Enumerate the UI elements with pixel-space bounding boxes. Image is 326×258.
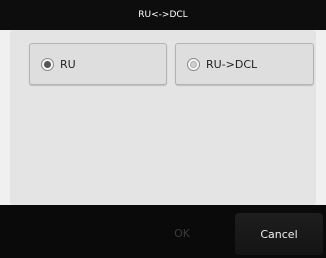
radio-selected-icon: [41, 57, 54, 71]
option-ru-button[interactable]: RU: [29, 43, 167, 85]
option-ru-dcl-button[interactable]: RU->DCL: [175, 43, 314, 85]
dialog-title-bar: RU<->DCL: [0, 0, 326, 30]
ok-button[interactable]: OK: [160, 219, 204, 247]
option-ru-label: RU: [60, 57, 76, 71]
dialog-title: RU<->DCL: [138, 10, 188, 20]
options-panel: RU RU->DCL: [10, 30, 316, 205]
mode-dialog: RU<->DCL RU RU->DCL OK Cancel: [0, 0, 326, 258]
cancel-button[interactable]: Cancel: [235, 213, 323, 255]
dialog-footer: OK Cancel: [0, 205, 326, 258]
option-ru-dcl-label: RU->DCL: [206, 57, 258, 71]
radio-unselected-icon: [187, 57, 200, 71]
